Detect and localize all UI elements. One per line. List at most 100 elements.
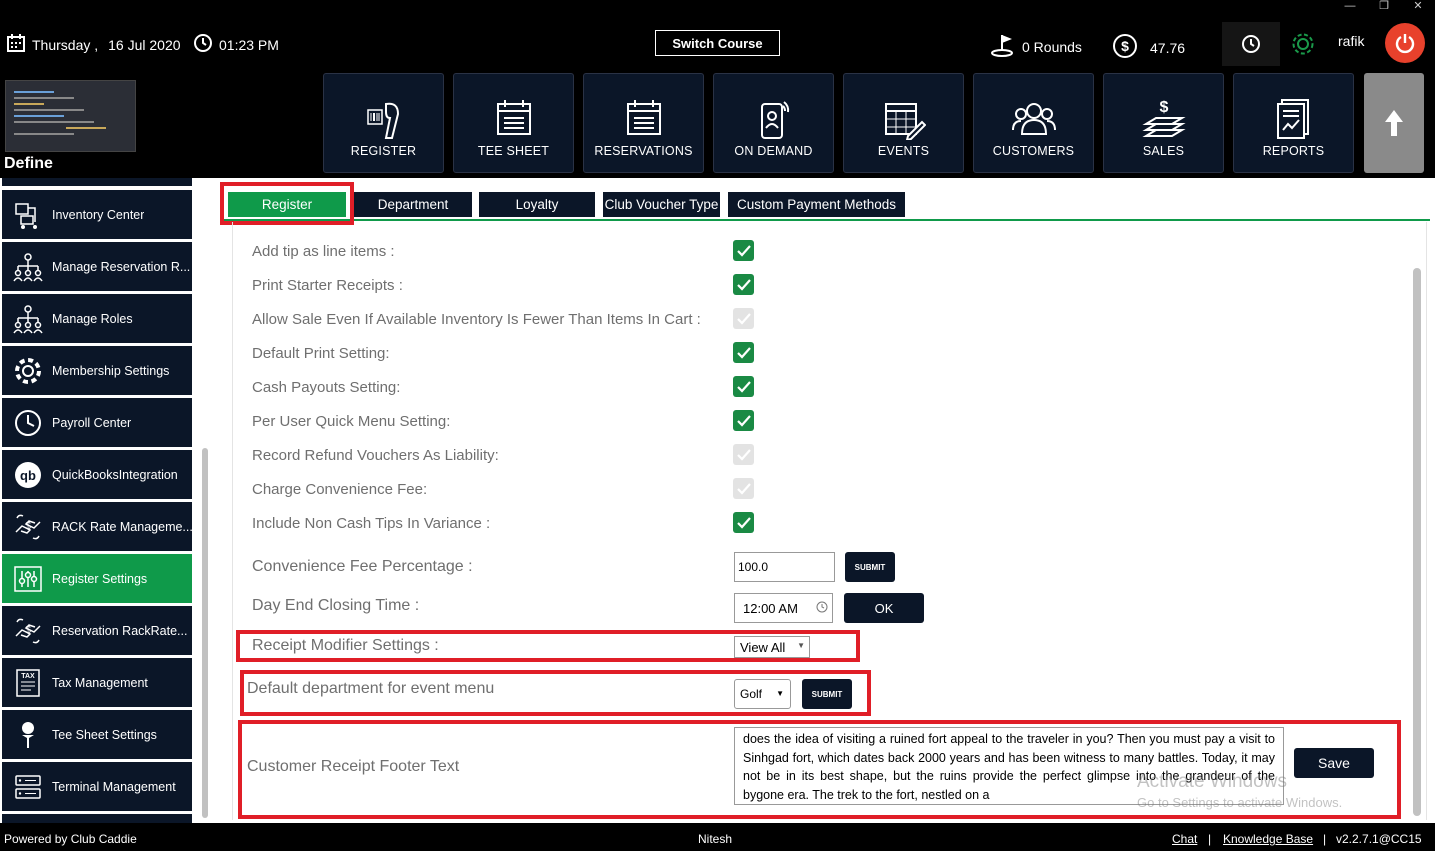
tab-department[interactable]: Department	[353, 191, 473, 218]
sidebar-item-reservation-rackrate[interactable]: $ Reservation RackRate...	[2, 606, 192, 655]
convenience-fee-submit-button[interactable]: SUBMIT	[845, 552, 895, 582]
calendar-list-icon	[626, 100, 661, 135]
nav-reservations-button[interactable]: RESERVATIONS	[583, 73, 704, 173]
nav-register-button[interactable]: REGISTER	[323, 73, 444, 173]
sidebar-item-manage-reservation-rack[interactable]: Manage Reservation R...	[2, 242, 192, 291]
date-label: 16 Jul 2020	[108, 36, 181, 53]
sidebar-item-label: Register Settings	[52, 571, 148, 586]
svg-text:$: $	[1159, 99, 1168, 116]
top-bar: — ❐ ✕ Thursday , 16 Jul 2020 01:23 PM Sw…	[0, 0, 1435, 72]
tab-loyalty[interactable]: Loyalty	[478, 191, 596, 218]
sidebar-item-terminal-management[interactable]: Terminal Management	[2, 762, 192, 811]
day-label: Thursday ,	[32, 36, 99, 53]
sidebar-item-register-settings[interactable]: Register Settings	[2, 554, 192, 603]
power-icon	[1395, 34, 1415, 54]
sidebar-item-inventory-center[interactable]: Inventory Center	[2, 190, 192, 239]
sidebar-item-label: Inventory Center	[52, 207, 145, 222]
refund-vouchers-checkbox[interactable]	[733, 444, 754, 465]
setting-label: Print Starter Receipts :	[252, 277, 403, 294]
print-starter-receipts-checkbox[interactable]	[733, 274, 754, 295]
convenience-fee-checkbox[interactable]	[733, 478, 754, 499]
restore-icon[interactable]: ❐	[1367, 0, 1401, 14]
minimize-icon[interactable]: —	[1333, 0, 1367, 14]
setting-label: Record Refund Vouchers As Liability:	[252, 447, 499, 464]
power-button[interactable]	[1385, 23, 1425, 63]
cash-payouts-checkbox[interactable]	[733, 376, 754, 397]
time-clock-button[interactable]	[1222, 22, 1280, 66]
checkmark-icon	[736, 516, 751, 529]
sidebar-item-tee-sheet-settings[interactable]: Tee Sheet Settings	[2, 710, 192, 759]
close-icon[interactable]: ✕	[1401, 0, 1435, 14]
sidebar-item-tax-management[interactable]: TAX Tax Management	[2, 658, 192, 707]
highlight-register-tab	[220, 182, 354, 225]
tab-underline	[222, 219, 1430, 221]
arrow-up-icon	[1385, 110, 1403, 136]
nav-on-demand-button[interactable]: ON DEMAND	[713, 73, 834, 173]
switch-course-button[interactable]: Switch Course	[655, 30, 780, 56]
time-display: 01:23 PM	[193, 33, 279, 56]
money-stack-icon: $	[1141, 99, 1186, 137]
non-cash-tips-checkbox[interactable]	[733, 512, 754, 533]
scroll-up-button[interactable]	[1364, 73, 1424, 173]
add-tip-checkbox[interactable]	[733, 240, 754, 261]
nav-label: SALES	[1142, 144, 1185, 158]
settings-gear-icon[interactable]	[1290, 31, 1316, 62]
sidebar-item-manage-roles[interactable]: Manage Roles	[2, 294, 192, 343]
svg-text:$: $	[25, 521, 31, 532]
hierarchy-icon	[12, 303, 44, 335]
balance-label: 47.76	[1150, 39, 1186, 56]
quickbooks-icon: qb	[12, 459, 44, 491]
version-label: v2.2.7.1@CC15	[1336, 832, 1422, 846]
checkmark-icon	[736, 414, 751, 427]
time-picker-icon[interactable]	[816, 601, 828, 616]
mobile-user-icon	[760, 101, 789, 139]
event-department-select[interactable]: Golf ▼	[734, 679, 791, 709]
save-footer-button[interactable]: Save	[1294, 748, 1374, 778]
day-end-time-value: 12:00 AM	[743, 600, 798, 616]
sidebar-item-label: RACK Rate Manageme...	[51, 519, 192, 534]
calendar-list-icon	[496, 100, 531, 135]
tab-custom-payment-methods[interactable]: Custom Payment Methods	[727, 191, 906, 218]
day-end-ok-button[interactable]: OK	[844, 593, 924, 623]
nav-tee-sheet-button[interactable]: TEE SHEET	[453, 73, 574, 173]
sidebar-item-quickbooks-integration[interactable]: qb QuickBooksIntegration	[2, 450, 192, 499]
setting-label: Default Print Setting:	[252, 345, 390, 362]
day-end-time-input[interactable]: 12:00 AM	[734, 593, 833, 623]
hand-money-icon: $	[12, 615, 44, 647]
activation-watermark-title: Activate Windows	[1137, 771, 1287, 792]
chat-link[interactable]: Chat	[1172, 832, 1197, 846]
default-print-checkbox[interactable]	[733, 342, 754, 363]
sidebar-item-payroll-center[interactable]: Payroll Center	[2, 398, 192, 447]
sidebar-item-membership-settings[interactable]: Membership Settings	[2, 346, 192, 395]
checkmark-icon	[736, 312, 751, 325]
svg-text:$: $	[25, 625, 31, 636]
chevron-down-icon: ▼	[797, 641, 805, 650]
event-department-value: Golf	[740, 687, 763, 701]
nav-events-button[interactable]: EVENTS	[843, 73, 964, 173]
setting-label: Per User Quick Menu Setting:	[252, 413, 451, 430]
sidebar-scrollbar[interactable]	[202, 448, 208, 818]
footer-text-textarea[interactable]: does the idea of visiting a ruined fort …	[734, 727, 1284, 805]
sidebar-item-label: Terminal Management	[52, 779, 176, 794]
nav-sales-button[interactable]: $ SALES	[1103, 73, 1224, 173]
convenience-fee-input[interactable]: 100.0	[734, 552, 835, 582]
calendar-icon	[6, 33, 26, 56]
event-department-submit-button[interactable]: SUBMIT	[802, 679, 852, 709]
sidebar-item-label: Payroll Center	[52, 415, 132, 430]
nav-reports-button[interactable]: REPORTS	[1233, 73, 1354, 173]
tax-icon: TAX	[12, 667, 44, 699]
rounds-display: 0 Rounds	[990, 33, 1082, 60]
tab-club-voucher-type[interactable]: Club Voucher Type	[602, 191, 721, 218]
sidebar: Inventory Center Manage Reservation R...…	[0, 178, 212, 823]
knowledge-base-link[interactable]: Knowledge Base	[1223, 832, 1313, 846]
sidebar-item-label: Tax Management	[52, 675, 148, 690]
nav-customers-button[interactable]: CUSTOMERS	[973, 73, 1094, 173]
gear-icon	[12, 355, 44, 387]
receipt-modifier-select[interactable]: View All ▼	[734, 636, 810, 658]
content-scrollbar[interactable]	[1413, 268, 1421, 816]
setting-label: Include Non Cash Tips In Variance :	[252, 515, 491, 532]
allow-sale-inventory-checkbox[interactable]	[733, 308, 754, 329]
barcode-scanner-icon	[366, 102, 399, 139]
sidebar-item-rack-rate-management[interactable]: $ RACK Rate Manageme...	[2, 502, 192, 551]
quick-menu-checkbox[interactable]	[733, 410, 754, 431]
